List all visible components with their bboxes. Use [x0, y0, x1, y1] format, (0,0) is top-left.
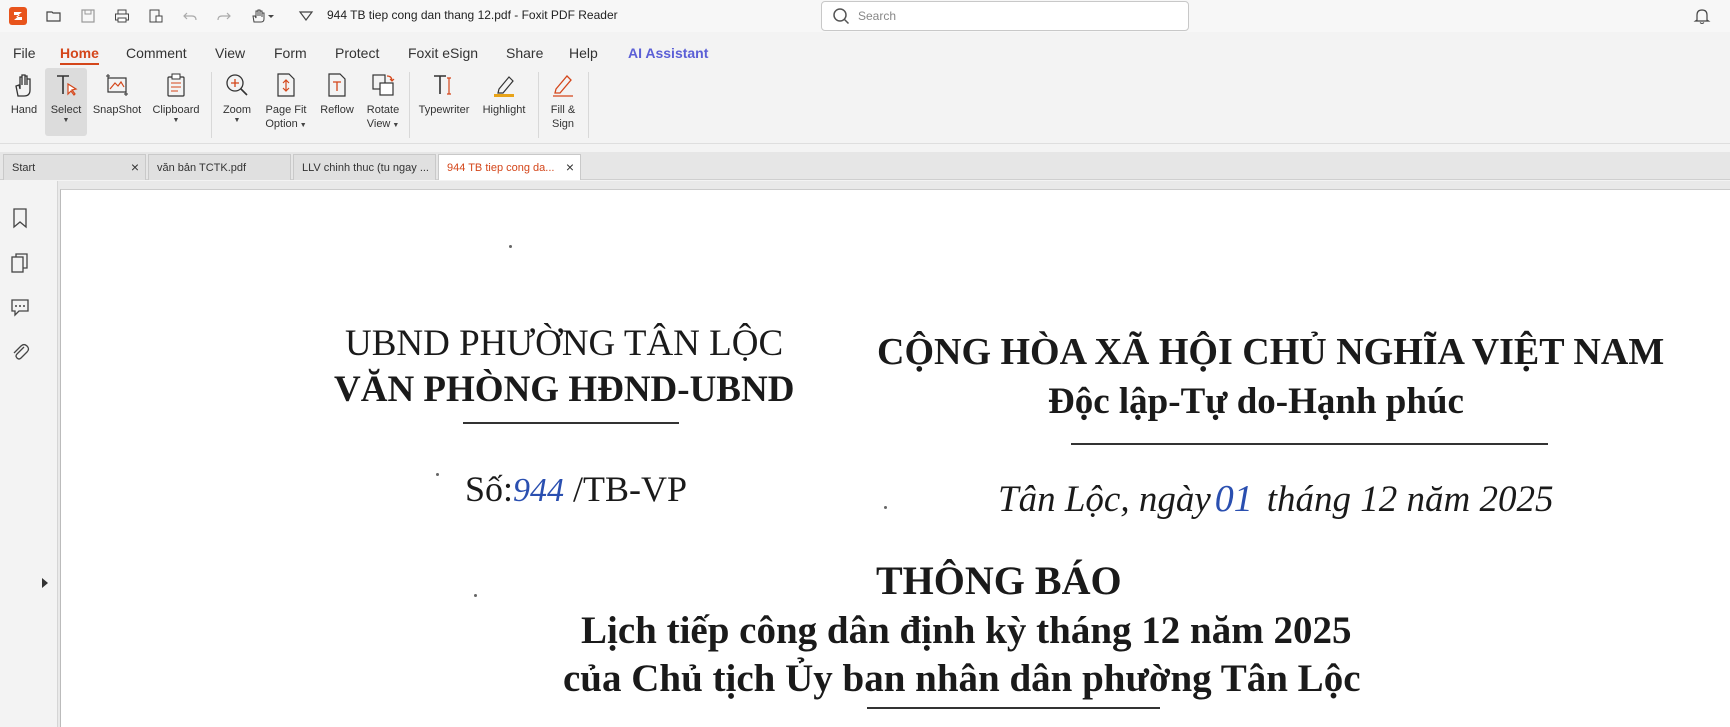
tab-start[interactable]: Start ×: [3, 154, 146, 180]
select-text-icon: [51, 70, 81, 100]
redo-icon[interactable]: [215, 7, 233, 25]
menu-file[interactable]: File: [13, 45, 36, 61]
menu-ai-assistant[interactable]: AI Assistant: [628, 45, 708, 61]
menu-share[interactable]: Share: [506, 45, 543, 61]
typewriter-icon: [429, 70, 459, 100]
document-tabs: Start × văn bản TCTK.pdf LLV chinh thuc …: [0, 152, 1730, 180]
hand-tool-dropdown-icon[interactable]: [249, 7, 277, 25]
zoom-dropdown-icon[interactable]: ▼: [234, 117, 241, 125]
open-folder-icon[interactable]: [45, 7, 63, 25]
close-tab-icon[interactable]: ×: [131, 160, 139, 174]
comments-icon[interactable]: [10, 296, 30, 318]
select-button[interactable]: Select ▼: [45, 68, 87, 136]
fill-sign-button[interactable]: Fill & Sign: [546, 70, 580, 131]
motto-underline: [1071, 443, 1548, 445]
highlight-button[interactable]: Highlight: [478, 70, 530, 117]
snapshot-button[interactable]: SnapShot: [91, 70, 143, 117]
clipboard-dropdown-icon[interactable]: ▼: [173, 117, 180, 125]
menu-form[interactable]: Form: [274, 45, 307, 61]
page-fit-option-button[interactable]: Page Fit Option ▼: [262, 70, 310, 131]
ribbon-separator: [538, 72, 539, 138]
search-box[interactable]: [821, 1, 1189, 31]
zoom-icon: [222, 70, 252, 100]
window-title: 944 TB tiep cong dan thang 12.pdf - Foxi…: [327, 8, 618, 22]
search-icon: [833, 8, 850, 25]
scan-speck: [509, 245, 512, 248]
org-underline: [463, 422, 679, 424]
expand-panel-arrow-icon[interactable]: [42, 578, 48, 588]
document-number: Số:944 /TB-VP: [465, 469, 688, 509]
notice-subheading-1: Lịch tiếp công dân định kỳ tháng 12 năm …: [581, 609, 1352, 652]
document-date: Tân Lộc, ngày 01 tháng 12 năm 2025: [998, 478, 1554, 520]
properties-icon[interactable]: [147, 7, 165, 25]
pdf-page: UBND PHƯỜNG TÂN LỘC VĂN PHÒNG HĐND-UBND …: [60, 189, 1730, 727]
scan-speck: [474, 594, 477, 597]
zoom-button[interactable]: Zoom ▼: [219, 70, 255, 125]
foxit-logo-icon[interactable]: [9, 7, 27, 25]
title-bar: 944 TB tiep cong dan thang 12.pdf - Foxi…: [0, 0, 1730, 32]
menu-view[interactable]: View: [215, 45, 245, 61]
save-icon[interactable]: [79, 7, 97, 25]
snapshot-icon: [102, 70, 132, 100]
ribbon-separator: [211, 72, 212, 138]
page-fit-icon: [271, 70, 301, 100]
handwritten-number: 944: [513, 472, 565, 509]
hand-icon: [9, 70, 39, 100]
menu-comment[interactable]: Comment: [126, 45, 187, 61]
document-view[interactable]: UBND PHƯỜNG TÂN LỘC VĂN PHÒNG HĐND-UBND …: [58, 181, 1730, 727]
reflow-button[interactable]: Reflow: [317, 70, 357, 117]
notification-bell-icon[interactable]: [1693, 7, 1711, 25]
hand-button[interactable]: Hand: [7, 70, 41, 117]
rotate-view-icon: [368, 70, 398, 100]
navigation-panel: [0, 181, 58, 727]
menu-home[interactable]: Home: [60, 45, 99, 65]
select-dropdown-icon[interactable]: ▼: [63, 117, 70, 125]
print-icon[interactable]: [113, 7, 131, 25]
close-tab-icon[interactable]: ×: [566, 160, 574, 174]
page-fit-dropdown-icon[interactable]: ▼: [298, 122, 307, 129]
ribbon-separator: [588, 72, 589, 138]
highlight-icon: [489, 70, 519, 100]
fill-sign-icon: [548, 70, 578, 100]
nation-title: CỘNG HÒA XÃ HỘI CHỦ NGHĨA VIỆT NAM: [877, 331, 1665, 373]
rotate-dropdown-icon[interactable]: ▼: [390, 122, 399, 129]
handwritten-day: 01: [1214, 478, 1253, 520]
rotate-view-button[interactable]: Rotate View ▼: [363, 70, 403, 131]
notice-subheading-2: của Chủ tịch Ủy ban nhân dân phường Tân …: [563, 657, 1361, 700]
menu-protect[interactable]: Protect: [335, 45, 379, 61]
typewriter-button[interactable]: Typewriter: [416, 70, 472, 117]
nation-motto: Độc lập-Tự do-Hạnh phúc: [1048, 381, 1464, 422]
customize-toolbar-icon[interactable]: [297, 7, 315, 25]
ribbon-separator: [409, 72, 410, 138]
org-department: VĂN PHÒNG HĐND-UBND: [334, 369, 795, 410]
scan-speck: [436, 473, 439, 476]
reflow-icon: [322, 70, 352, 100]
menu-help[interactable]: Help: [569, 45, 598, 61]
scan-speck: [884, 506, 887, 509]
ribbon-toolbar: Hand Select ▼ SnapShot Clipboard ▼ Zoom …: [0, 68, 1730, 144]
tab-llv-chinh-thuc[interactable]: LLV chinh thuc (tu ngay ...: [293, 154, 436, 180]
clipboard-button[interactable]: Clipboard ▼: [150, 70, 202, 125]
subheading-underline: [867, 707, 1160, 709]
menu-foxit-esign[interactable]: Foxit eSign: [408, 45, 478, 61]
attachment-icon[interactable]: [10, 341, 30, 363]
org-name: UBND PHƯỜNG TÂN LỘC: [345, 323, 784, 364]
notice-heading: THÔNG BÁO: [876, 558, 1122, 603]
clipboard-icon: [161, 70, 191, 100]
bookmark-icon[interactable]: [10, 207, 30, 229]
pages-icon[interactable]: [10, 252, 30, 274]
search-input[interactable]: [858, 9, 1158, 23]
menu-bar: File Home Comment View Form Protect Foxi…: [0, 40, 1730, 68]
undo-icon[interactable]: [181, 7, 199, 25]
tab-944-tb-tiep-cong-dan[interactable]: 944 TB tiep cong da... ×: [438, 154, 581, 180]
tab-van-ban-tctk[interactable]: văn bản TCTK.pdf: [148, 154, 291, 180]
